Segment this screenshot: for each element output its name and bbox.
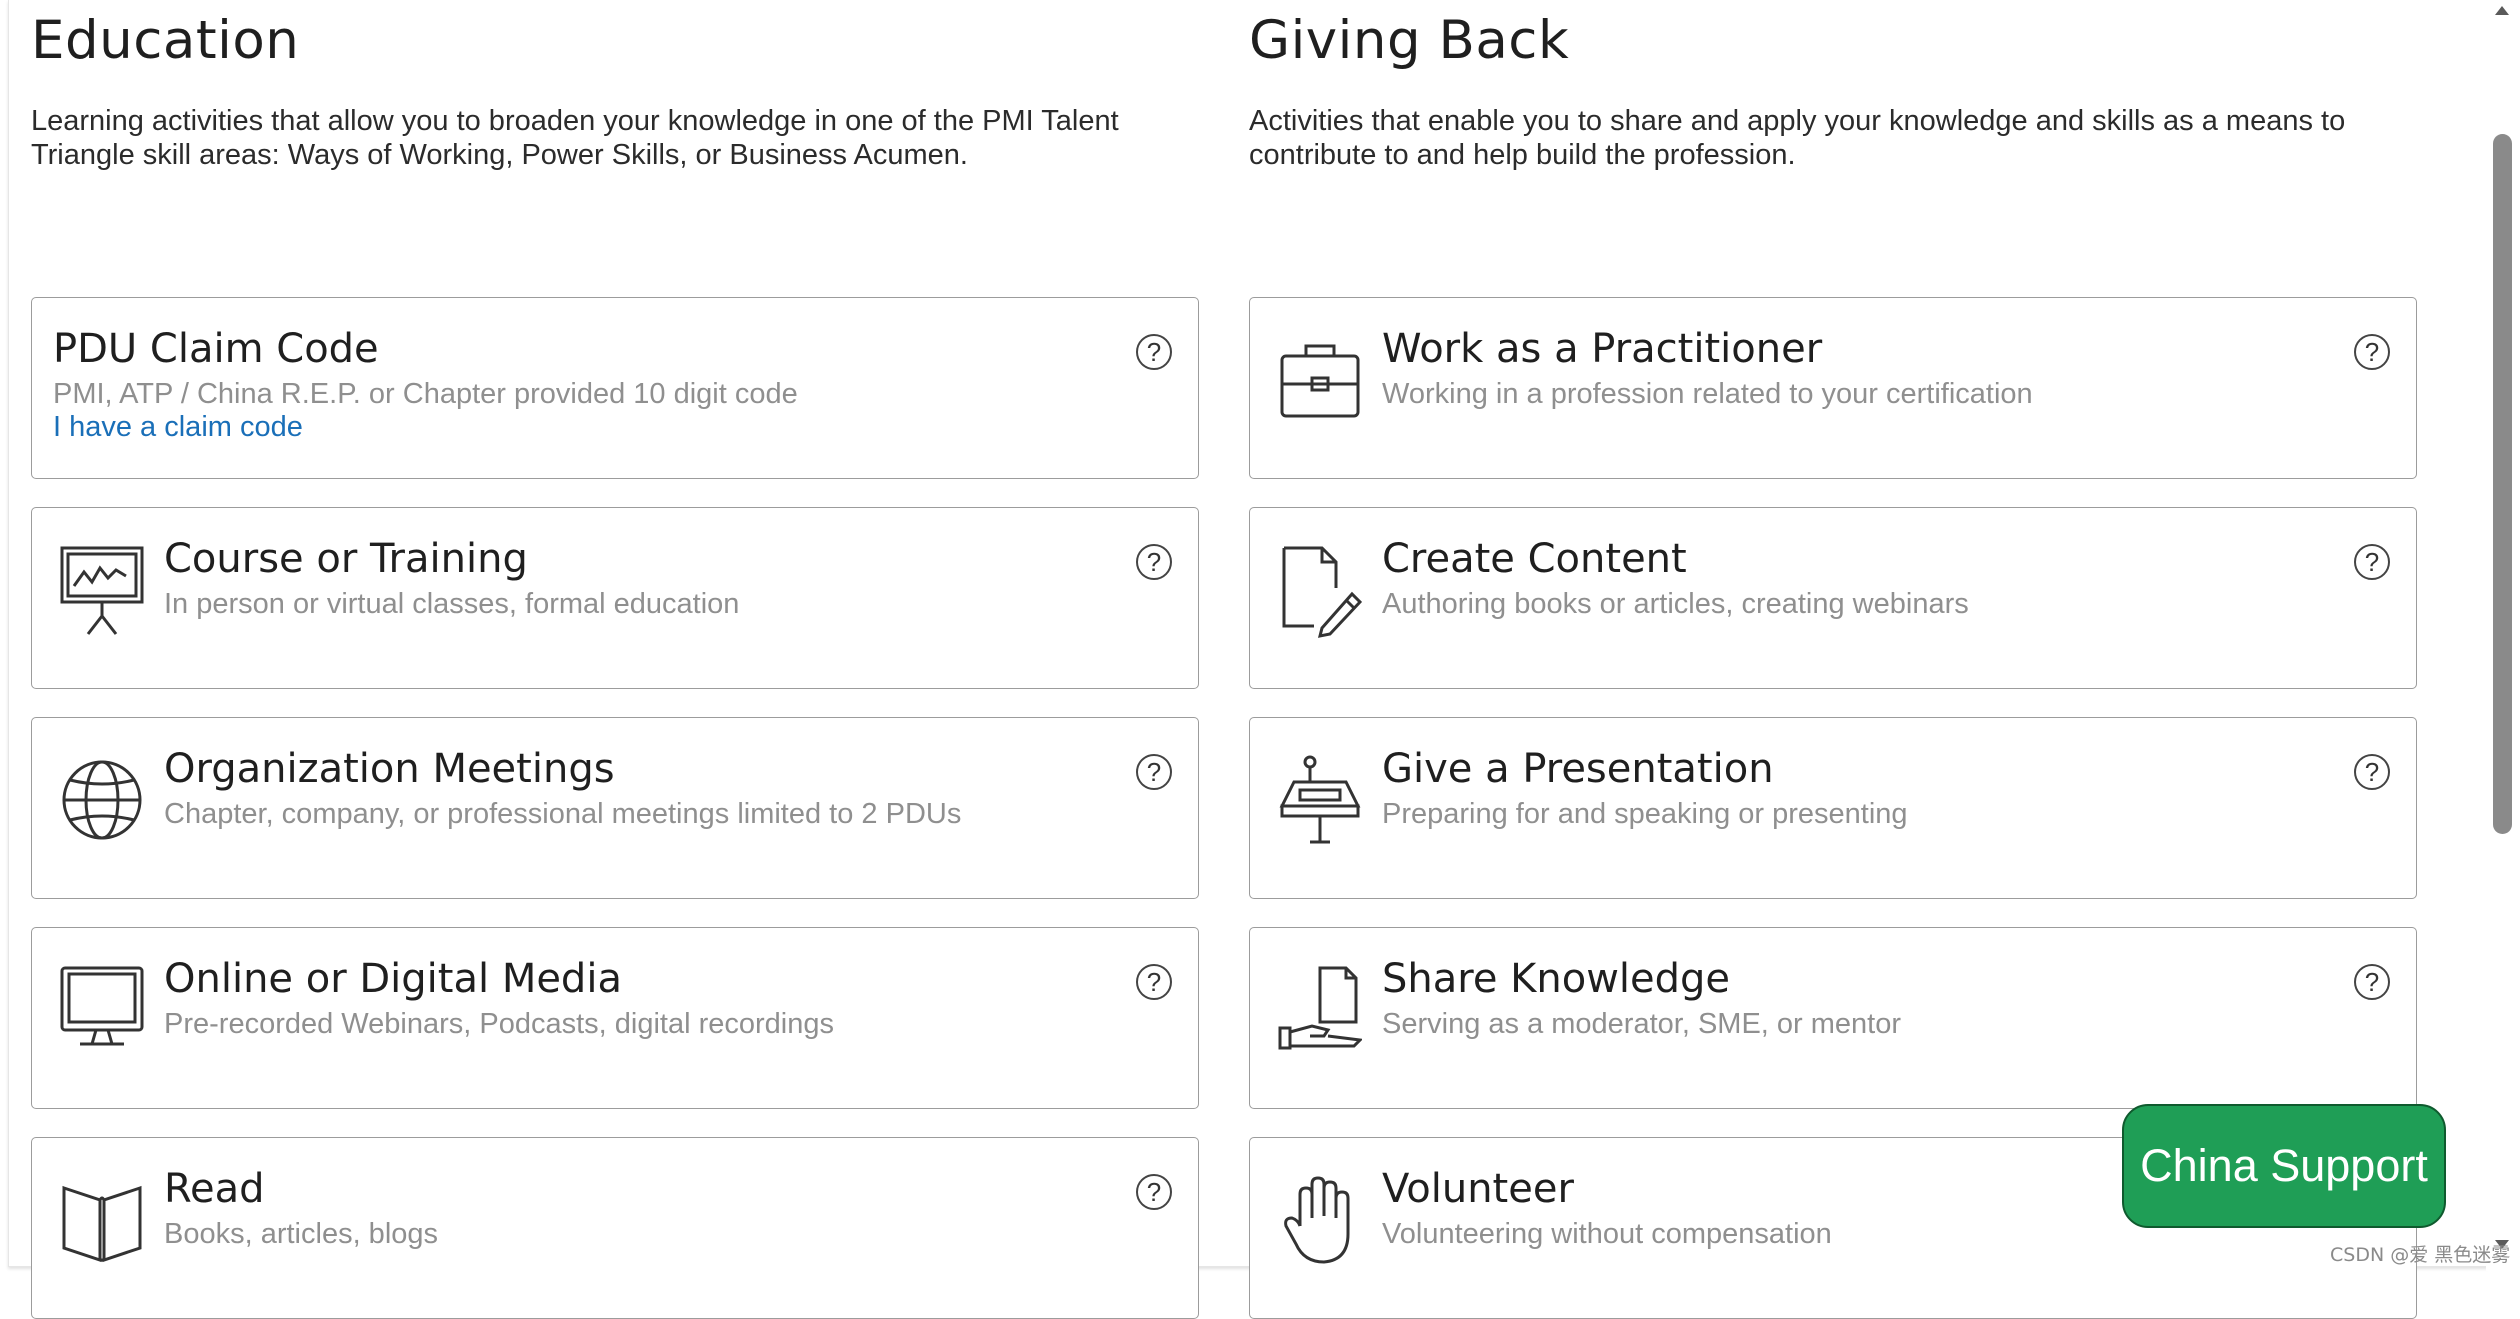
card-title: Organization Meetings: [164, 746, 615, 792]
card-subtitle: Preparing for and speaking or presenting: [1382, 798, 1908, 830]
raised-hand-icon: [1278, 1174, 1362, 1270]
open-book-icon: [60, 1174, 144, 1270]
document-pencil-icon: [1278, 544, 1363, 640]
card-share-knowledge[interactable]: Share Knowledge Serving as a moderator, …: [1249, 927, 2417, 1109]
vertical-scrollbar[interactable]: [2486, 0, 2520, 1271]
card-title: Online or Digital Media: [164, 956, 622, 1002]
card-pdu-claim-code[interactable]: PDU Claim Code PMI, ATP / China R.E.P. o…: [31, 297, 1199, 479]
podium-microphone-icon: [1278, 754, 1362, 850]
card-subtitle: Volunteering without compensation: [1382, 1218, 1832, 1250]
scrollbar-thumb[interactable]: [2493, 134, 2512, 834]
scroll-up-arrow-icon[interactable]: [2495, 6, 2509, 15]
card-subtitle: Working in a profession related to your …: [1382, 378, 2033, 410]
card-course-training[interactable]: Course or Training In person or virtual …: [31, 507, 1199, 689]
help-icon[interactable]: ?: [1136, 1174, 1172, 1210]
help-icon[interactable]: ?: [1136, 544, 1172, 580]
card-subtitle: In person or virtual classes, formal edu…: [164, 588, 740, 620]
giving-back-title: Giving Back: [1249, 10, 1570, 71]
card-title: Read: [164, 1166, 265, 1212]
education-description: Learning activities that allow you to br…: [31, 105, 1119, 171]
card-read[interactable]: Read Books, articles, blogs ?: [31, 1137, 1199, 1319]
card-subtitle: Serving as a moderator, SME, or mentor: [1382, 1008, 1901, 1040]
giving-back-description: Activities that enable you to share and …: [1249, 105, 2346, 171]
help-icon[interactable]: ?: [1136, 754, 1172, 790]
card-subtitle: PMI, ATP / China R.E.P. or Chapter provi…: [53, 378, 798, 410]
help-icon[interactable]: ?: [1136, 964, 1172, 1000]
hand-document-icon: [1278, 964, 1364, 1060]
card-subtitle: Pre-recorded Webinars, Podcasts, digital…: [164, 1008, 835, 1040]
globe-icon: [60, 754, 144, 850]
presentation-board-icon: [60, 544, 144, 640]
help-icon[interactable]: ?: [2354, 334, 2390, 370]
card-title: Work as a Practitioner: [1382, 326, 1823, 372]
help-icon[interactable]: ?: [2354, 754, 2390, 790]
card-title: Share Knowledge: [1382, 956, 1731, 1002]
claim-code-link[interactable]: I have a claim code: [53, 411, 303, 444]
education-title: Education: [31, 10, 300, 71]
monitor-icon: [60, 964, 144, 1060]
card-title: Give a Presentation: [1382, 746, 1774, 792]
briefcase-icon: [1278, 334, 1362, 430]
card-work-practitioner[interactable]: Work as a Practitioner Working in a prof…: [1249, 297, 2417, 479]
help-icon[interactable]: ?: [1136, 334, 1172, 370]
card-create-content[interactable]: Create Content Authoring books or articl…: [1249, 507, 2417, 689]
card-online-digital-media[interactable]: Online or Digital Media Pre-recorded Web…: [31, 927, 1199, 1109]
card-subtitle: Authoring books or articles, creating we…: [1382, 588, 1969, 620]
china-support-button[interactable]: China Support: [2122, 1104, 2446, 1228]
help-icon[interactable]: ?: [2354, 544, 2390, 580]
card-subtitle: Books, articles, blogs: [164, 1218, 439, 1250]
card-title: Course or Training: [164, 536, 528, 582]
card-subtitle: Chapter, company, or professional meetin…: [164, 798, 962, 830]
card-title: Volunteer: [1382, 1166, 1574, 1212]
watermark: CSDN @爱 黑色迷雾: [2330, 1244, 2511, 1266]
help-icon[interactable]: ?: [2354, 964, 2390, 1000]
card-organization-meetings[interactable]: Organization Meetings Chapter, company, …: [31, 717, 1199, 899]
card-title: Create Content: [1382, 536, 1687, 582]
card-title: PDU Claim Code: [53, 326, 379, 372]
card-give-presentation[interactable]: Give a Presentation Preparing for and sp…: [1249, 717, 2417, 899]
